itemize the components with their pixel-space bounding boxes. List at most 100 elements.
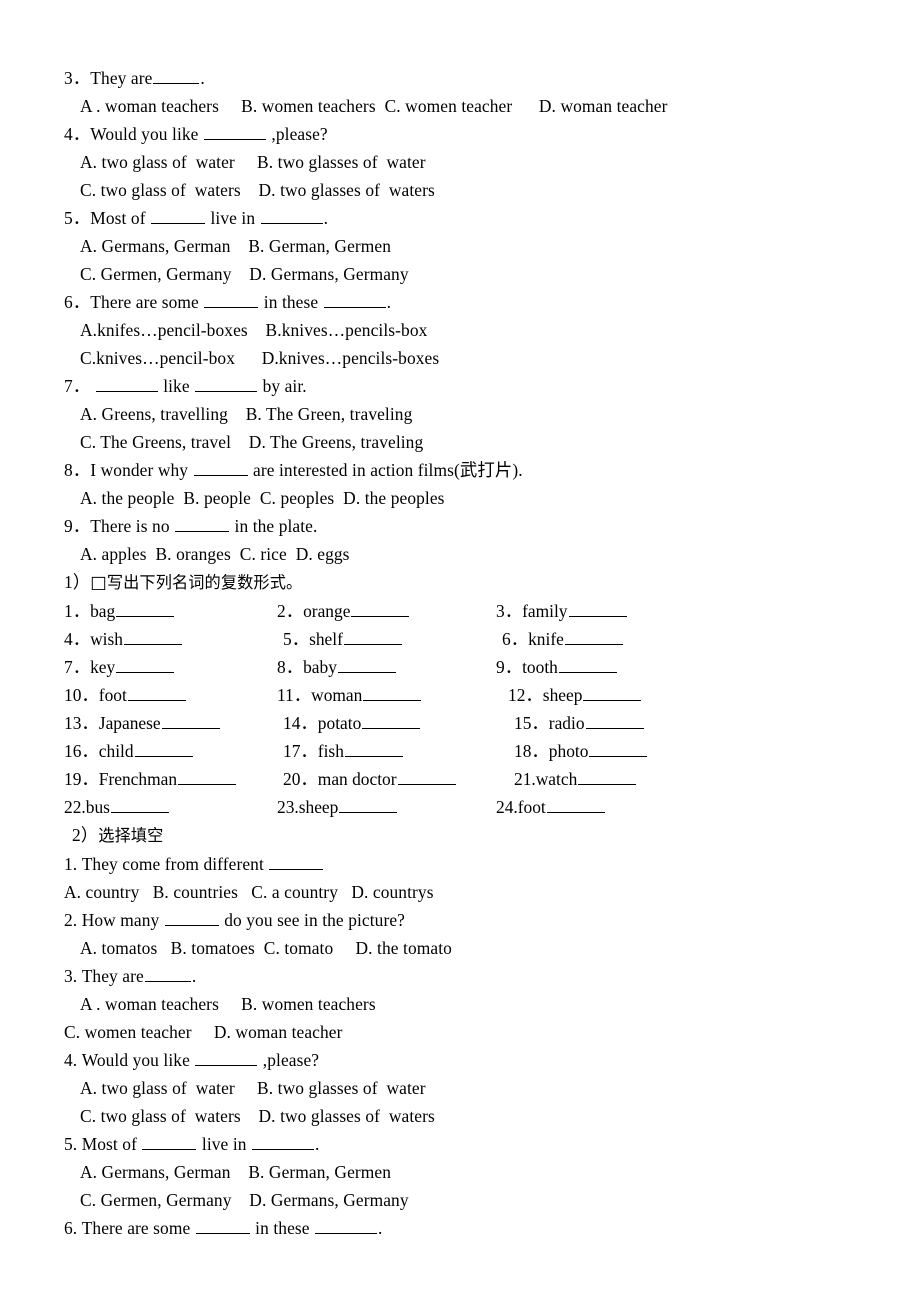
word-item: 11． woman <box>271 681 496 709</box>
answer-blank-2[interactable] <box>195 374 258 392</box>
answer-blank-2[interactable] <box>323 290 386 308</box>
question-stem-s1-q8: 8．I wonder why are interested in action … <box>64 456 864 484</box>
exercise-number: 2） <box>72 825 99 845</box>
question-number: 2. <box>64 910 78 930</box>
answer-blank[interactable] <box>203 122 266 140</box>
answer-blank[interactable] <box>564 627 623 645</box>
word-label: sheep <box>542 685 583 705</box>
question-number: 1. <box>64 854 78 874</box>
question-options-s1-q4-a: A. two glass of water B. two glasses of … <box>80 152 426 172</box>
answer-blank[interactable] <box>269 852 324 870</box>
word-number: 8． <box>277 657 304 677</box>
question-text-tail: do you see in the picture? <box>219 910 405 930</box>
question-options-s2-q1-a: A. country B. countries C. a country D. … <box>64 882 434 902</box>
answer-blank[interactable] <box>142 1132 197 1150</box>
word-list-row: 19． Frenchman 20． man doctor 21. watch <box>64 765 864 793</box>
answer-blank[interactable] <box>153 66 200 84</box>
answer-blank[interactable] <box>578 767 637 785</box>
word-number: 10． <box>64 685 99 705</box>
answer-blank[interactable] <box>178 767 237 785</box>
word-number: 5． <box>283 629 310 649</box>
question-options-s2-q4-a: A. two glass of water B. two glasses of … <box>80 1078 426 1098</box>
answer-blank[interactable] <box>363 683 422 701</box>
answer-blank[interactable] <box>558 655 617 673</box>
word-number: 6． <box>502 629 529 649</box>
answer-blank[interactable] <box>362 711 421 729</box>
answer-blank[interactable] <box>193 458 248 476</box>
answer-blank[interactable] <box>343 627 402 645</box>
answer-blank[interactable] <box>337 655 396 673</box>
question-stem-s2-q2: 2. How many do you see in the picture? <box>64 906 864 934</box>
answer-blank[interactable] <box>568 599 627 617</box>
question-options-s2-q2-a: A. tomatos B. tomatoes C. tomato D. the … <box>80 938 452 958</box>
word-label: baby <box>303 657 337 677</box>
word-label: tooth <box>522 657 558 677</box>
word-item: 13． Japanese <box>64 709 271 737</box>
question-text: They are <box>90 68 153 88</box>
word-list-row: 1． bag 2． orange 3． family <box>64 597 864 625</box>
answer-blank[interactable] <box>151 206 206 224</box>
question-stem-s2-q5: 5. Most of live in . <box>64 1130 864 1158</box>
word-label: family <box>522 601 568 621</box>
question-options-s1-q7-b: C. The Greens, travel D. The Greens, tra… <box>80 432 424 452</box>
answer-blank[interactable] <box>195 1048 258 1066</box>
word-item: 19． Frenchman <box>64 765 271 793</box>
answer-blank[interactable] <box>589 739 648 757</box>
answer-blank[interactable] <box>397 767 456 785</box>
question-stem-s2-q3: 3. They are. <box>64 962 864 990</box>
answer-blank-2[interactable] <box>260 206 323 224</box>
word-item: 24. foot <box>496 793 726 821</box>
question-text-tail: . <box>386 292 392 312</box>
answer-blank[interactable] <box>204 290 259 308</box>
answer-blank[interactable] <box>134 739 193 757</box>
word-item: 4． wish <box>64 625 271 653</box>
answer-blank[interactable] <box>123 627 182 645</box>
question-stem-s1-q3: 3．They are. <box>64 64 864 92</box>
answer-blank[interactable] <box>546 795 605 813</box>
answer-blank[interactable] <box>161 711 220 729</box>
word-number: 9． <box>496 657 523 677</box>
question-options-s1-q8-a: A. the people B. people C. peoples D. th… <box>80 488 445 508</box>
question-number: 8． <box>64 460 91 480</box>
word-list-row: 7． key 8． baby 9． tooth <box>64 653 864 681</box>
question-number: 3. <box>64 966 78 986</box>
question-text-mid: in these <box>259 292 323 312</box>
question-number: 3． <box>64 68 91 88</box>
answer-blank[interactable] <box>344 739 403 757</box>
question-options-s1-q5-b: C. Germen, Germany D. Germans, Germany <box>80 264 409 284</box>
answer-blank[interactable] <box>116 655 175 673</box>
question-text: Would you like <box>81 1050 195 1070</box>
question-text-tail: by air. <box>258 376 307 396</box>
answer-blank[interactable] <box>339 795 398 813</box>
question-text: They are <box>81 966 144 986</box>
question-text-tail: ,please? <box>258 1050 320 1070</box>
answer-blank[interactable] <box>116 599 175 617</box>
answer-blank[interactable] <box>144 964 191 982</box>
word-label: child <box>98 741 134 761</box>
question-number: 5. <box>64 1134 78 1154</box>
question-text: There are some <box>81 1218 195 1238</box>
answer-blank[interactable] <box>585 711 644 729</box>
word-item: 12． sheep <box>496 681 738 709</box>
word-number: 19． <box>64 769 99 789</box>
word-item: 23. sheep <box>271 793 496 821</box>
answer-blank-2[interactable] <box>252 1132 315 1150</box>
question-stem-s2-q1: 1. They come from different <box>64 850 864 878</box>
answer-blank[interactable] <box>583 683 642 701</box>
answer-blank-2[interactable] <box>315 1216 378 1234</box>
question-text-tail: . <box>323 208 329 228</box>
question-text-tail: . <box>191 966 197 986</box>
answer-blank[interactable] <box>164 908 219 926</box>
answer-blank[interactable] <box>95 374 158 392</box>
word-list-row: 10． foot 11． woman 12． sheep <box>64 681 864 709</box>
answer-blank[interactable] <box>110 795 169 813</box>
answer-blank[interactable] <box>175 514 230 532</box>
word-item: 8． baby <box>271 653 496 681</box>
answer-blank[interactable] <box>127 683 186 701</box>
answer-blank[interactable] <box>351 599 410 617</box>
answer-blank[interactable] <box>195 1216 250 1234</box>
word-number: 17． <box>283 741 318 761</box>
word-item: 1． bag <box>64 597 271 625</box>
word-label: radio <box>548 713 585 733</box>
word-item: 2． orange <box>271 597 496 625</box>
